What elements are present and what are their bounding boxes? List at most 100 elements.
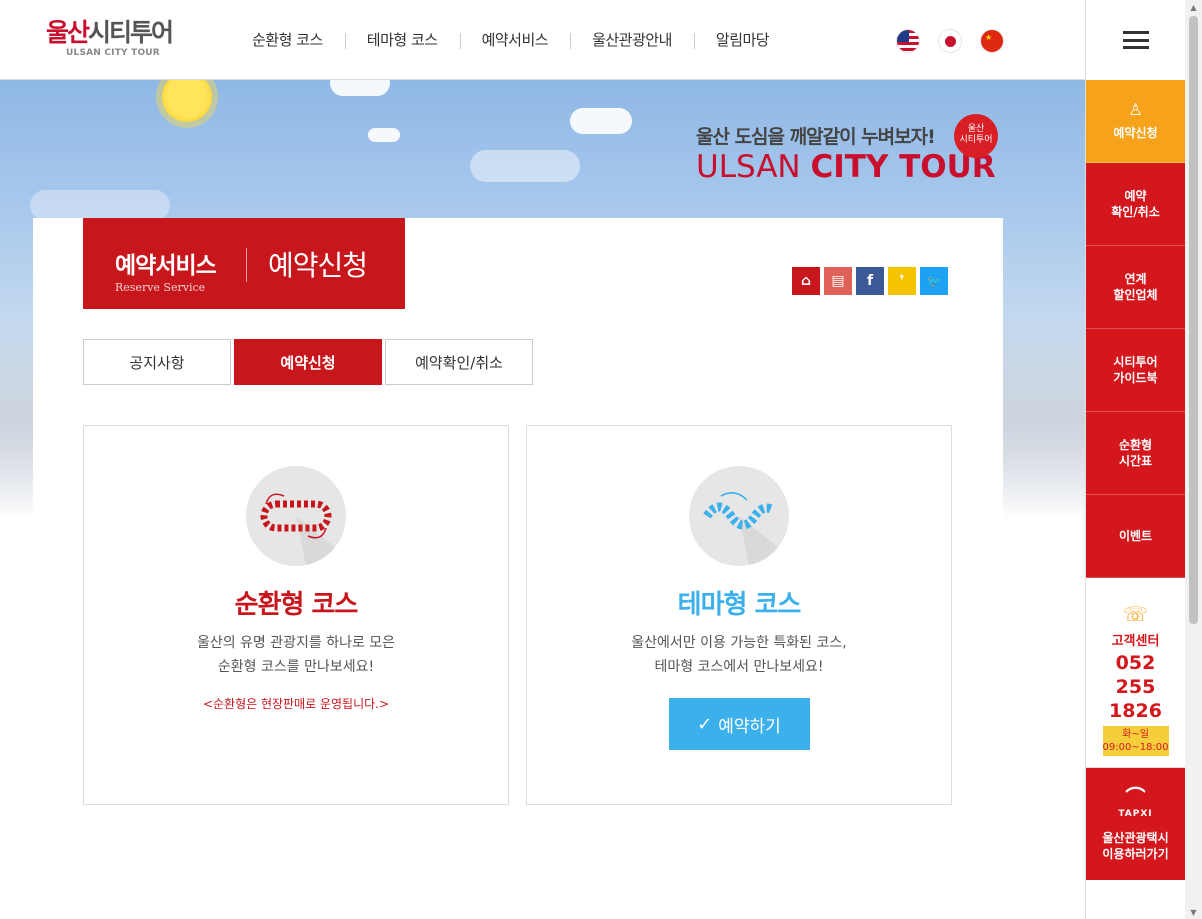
- description-line: 울산에서만 이용 가능한 특화된 코스,: [631, 635, 847, 651]
- nav-tourism-guide[interactable]: 울산관광안내: [570, 30, 694, 50]
- scroll-up-arrow-icon[interactable]: ▲: [1185, 0, 1202, 14]
- quick-partner-discount[interactable]: 연계 할인업체: [1086, 246, 1185, 329]
- quick-tourism-taxi[interactable]: ⌒ TAPXI 울산관광택시 이용하러가기: [1086, 768, 1185, 880]
- logo-text-rest: 시티투어: [88, 18, 174, 47]
- loop-route-icon: [246, 466, 346, 566]
- quick-label: 연계: [1124, 272, 1147, 286]
- loop-course-description: 울산의 유명 관광지를 하나로 모은 순환형 코스를 만나보세요!: [84, 631, 508, 679]
- main-nav: 순환형 코스 테마형 코스 예약서비스 울산관광안내 알림마당: [230, 30, 791, 50]
- badge-line: 울산: [967, 124, 985, 134]
- slogan: 울산 도심을 깨알같이 누벼보자! ULSAN CITY TOUR: [696, 122, 996, 185]
- loop-course-title: 순환형 코스: [234, 590, 359, 620]
- theme-route-icon: [689, 466, 789, 566]
- hamburger-icon: [1122, 31, 1149, 49]
- slogan-english: ULSAN CITY TOUR: [696, 149, 996, 185]
- cloud-decoration: [330, 80, 390, 96]
- cloud-decoration: [30, 190, 170, 220]
- customer-center-label: 고객센터: [1111, 634, 1160, 649]
- quick-label: 울산관광택시: [1102, 831, 1169, 845]
- quick-apply[interactable]: ♙ 예약신청: [1086, 80, 1185, 163]
- scroll-down-arrow-icon[interactable]: ▼: [1185, 905, 1202, 919]
- tapxi-brand: TAPXI: [1118, 809, 1153, 819]
- sub-tabs: 공지사항 예약신청 예약확인/취소: [83, 339, 533, 385]
- description-line: 울산의 유명 관광지를 하나로 모은: [196, 635, 396, 651]
- logo-text-red: 울산: [46, 18, 90, 47]
- phone-icon: ☏: [1122, 602, 1148, 626]
- phone-number-part: 052: [1115, 652, 1156, 674]
- page: 울산 도심을 깨알같이 누벼보자! ULSAN CITY TOUR 울산 시티투…: [0, 0, 1202, 919]
- scrollbar-thumb[interactable]: [1189, 16, 1198, 624]
- cn-flag-icon[interactable]: ★: [980, 29, 1004, 53]
- page-title-box: 예약서비스 Reserve Service 예약신청: [83, 218, 405, 309]
- theme-course-title: 테마형 코스: [677, 590, 802, 620]
- quick-label: 확인/취소: [1111, 205, 1160, 219]
- quick-menu: ♙ 예약신청 예약 확인/취소 연계 할인업체 시티투어 가이드북 순환형 시간…: [1085, 0, 1185, 919]
- logo-subtitle: ULSAN CITY TOUR: [66, 48, 160, 58]
- business-days: 화~일: [1122, 729, 1149, 740]
- phone-number-part: 255: [1115, 676, 1156, 698]
- quick-label: 시간표: [1118, 454, 1153, 468]
- print-icon[interactable]: ▤: [824, 267, 852, 295]
- quick-apply-label: 예약신청: [1113, 126, 1158, 140]
- title-divider: [246, 248, 247, 282]
- us-flag-icon[interactable]: [896, 29, 920, 53]
- cloud-decoration: [570, 108, 632, 134]
- nav-loop-course[interactable]: 순환형 코스: [230, 30, 345, 50]
- quick-timetable[interactable]: 순환형 시간표: [1086, 412, 1185, 495]
- quick-label: 이용하러가기: [1102, 847, 1169, 861]
- phone-number-part: 1826: [1109, 700, 1162, 722]
- kakaostory-icon[interactable]: ❜: [888, 267, 916, 295]
- tapxi-logo-icon: ⌒: [1125, 785, 1146, 809]
- quick-label: 순환형: [1118, 438, 1153, 452]
- cloud-decoration: [368, 128, 400, 142]
- slogan-korean: 울산 도심을 깨알같이 누벼보자!: [696, 126, 936, 148]
- description-line: 순환형 코스를 만나보세요!: [217, 659, 375, 675]
- quick-label: 이벤트: [1118, 529, 1153, 543]
- page-scrollbar[interactable]: ▲ ▼: [1185, 0, 1202, 919]
- home-icon[interactable]: ⌂: [792, 267, 820, 295]
- site-header: 울산시티투어 ULSAN CITY TOUR 순환형 코스 테마형 코스 예약서…: [0, 0, 1085, 80]
- loop-course-note: <순환형은 현장판매로 운영됩니다.>: [202, 697, 390, 711]
- cloud-decoration: [470, 150, 580, 182]
- language-selector: ★: [896, 29, 1004, 53]
- quick-label: 할인업체: [1113, 288, 1158, 302]
- quick-event[interactable]: 이벤트: [1086, 495, 1185, 578]
- customer-center: ☏ 고객센터 052 255 1826 화~일 09:00~18:00: [1086, 578, 1185, 768]
- loop-course-card: 순환형 코스 울산의 유명 관광지를 하나로 모은 순환형 코스를 만나보세요!…: [83, 425, 509, 805]
- business-hours: 화~일 09:00~18:00: [1102, 726, 1169, 756]
- theme-course-card: 테마형 코스 울산에서만 이용 가능한 특화된 코스, 테마형 코스에서 만나보…: [526, 425, 952, 805]
- section-title: 예약서비스: [115, 253, 217, 279]
- utility-buttons: ⌂ ▤ f ❜ 🐦: [792, 267, 948, 295]
- slogan-english-light: ULSAN: [696, 149, 811, 185]
- reserve-button[interactable]: ✓ 예약하기: [668, 698, 810, 750]
- section-title-en: Reserve Service: [115, 281, 206, 294]
- check-circle-icon: ✓: [697, 713, 713, 735]
- quick-label: 가이드북: [1113, 371, 1158, 385]
- tab-notices[interactable]: 공지사항: [83, 339, 231, 385]
- theme-course-description: 울산에서만 이용 가능한 특화된 코스, 테마형 코스에서 만나보세요!: [527, 631, 951, 679]
- quick-guidebook[interactable]: 시티투어 가이드북: [1086, 329, 1185, 412]
- site-logo[interactable]: 울산시티투어 ULSAN CITY TOUR: [46, 18, 174, 58]
- jp-flag-icon[interactable]: [938, 29, 962, 53]
- description-line: 테마형 코스에서 만나보세요!: [654, 659, 824, 675]
- reserve-button-label: 예약하기: [718, 716, 781, 737]
- nav-notices[interactable]: 알림마당: [693, 30, 791, 50]
- sun-decoration: [162, 80, 212, 122]
- person-icon: ♙: [1128, 100, 1143, 119]
- twitter-icon[interactable]: 🐦: [920, 267, 948, 295]
- menu-toggle-button[interactable]: [1086, 0, 1185, 80]
- tab-reservation-apply[interactable]: 예약신청: [234, 339, 382, 385]
- quick-reservation-check[interactable]: 예약 확인/취소: [1086, 163, 1185, 246]
- content-area: 예약서비스 Reserve Service 예약신청 ⌂ ▤ f ❜ 🐦 공지사…: [33, 218, 1003, 919]
- badge-line: 시티투어: [959, 135, 993, 145]
- page-title: 예약신청: [268, 249, 368, 282]
- business-time: 09:00~18:00: [1102, 742, 1169, 753]
- facebook-icon[interactable]: f: [856, 267, 884, 295]
- tab-reservation-check[interactable]: 예약확인/취소: [385, 339, 533, 385]
- quick-label: 예약: [1124, 189, 1147, 203]
- logo-text: 울산시티투어: [46, 18, 174, 48]
- nav-reservation[interactable]: 예약서비스: [459, 30, 571, 50]
- nav-theme-course[interactable]: 테마형 코스: [344, 30, 460, 50]
- quick-label: 시티투어: [1113, 355, 1158, 369]
- city-tour-badge: 울산 시티투어: [954, 114, 998, 158]
